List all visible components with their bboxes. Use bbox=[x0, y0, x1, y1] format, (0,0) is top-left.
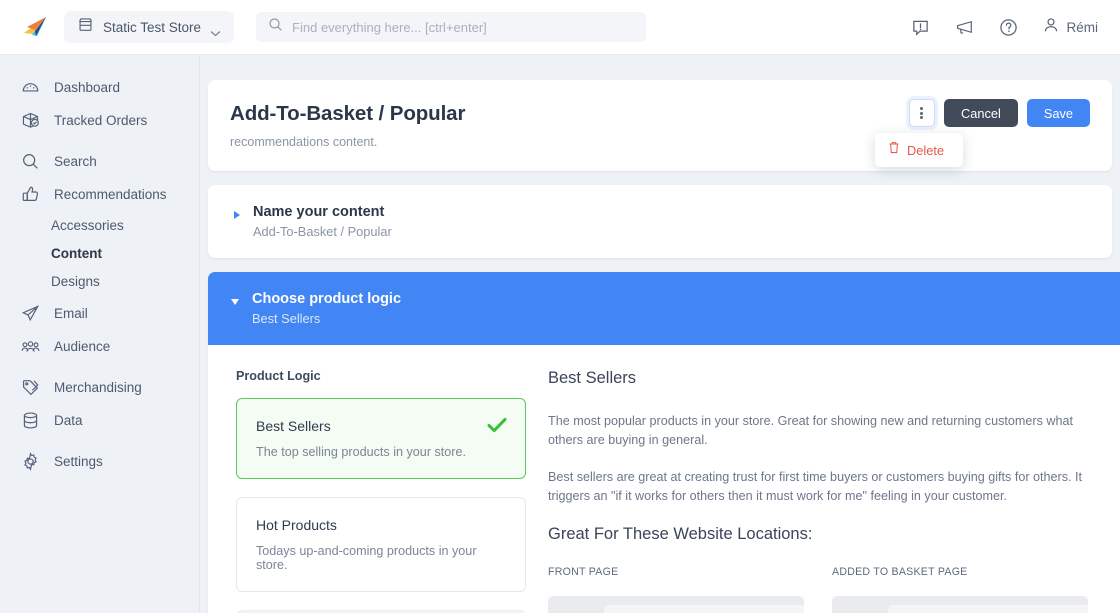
logic-option-best-sellers[interactable]: Best Sellers The top selling products in… bbox=[236, 398, 526, 479]
option-description: The top selling products in your store. bbox=[256, 445, 467, 459]
sidebar-item-designs[interactable]: Designs bbox=[0, 267, 199, 295]
location-label: FRONT PAGE bbox=[548, 565, 619, 578]
merchandising-icon bbox=[20, 378, 40, 398]
section-header-product-logic[interactable]: Choose product logic Best Sellers bbox=[208, 272, 1120, 345]
email-icon bbox=[20, 304, 40, 324]
paper-plane-logo[interactable] bbox=[18, 10, 52, 44]
settings-icon bbox=[20, 452, 40, 472]
chevron-right-icon[interactable] bbox=[234, 211, 240, 219]
section-choose-product-logic: Choose product logic Best Sellers Produc… bbox=[208, 272, 1120, 613]
cancel-button[interactable]: Cancel bbox=[943, 99, 1018, 127]
data-icon bbox=[20, 411, 40, 431]
check-icon bbox=[486, 415, 508, 440]
store-icon bbox=[77, 16, 94, 38]
locations-heading: Great For These Website Locations: bbox=[548, 524, 813, 543]
sidebar-item-search[interactable]: Search bbox=[0, 145, 199, 178]
detail-paragraph-1: The most popular products in your store.… bbox=[548, 414, 1073, 448]
sidebar-item-settings[interactable]: Settings bbox=[0, 445, 199, 478]
sidebar-label: Data bbox=[54, 413, 83, 428]
sidebar-divider bbox=[0, 137, 199, 145]
global-search[interactable] bbox=[256, 12, 647, 42]
location-added-to-basket-page: ADDED TO BASKET PAGE bbox=[832, 566, 1088, 613]
option-description: Todays up-and-coming products in your st… bbox=[256, 544, 477, 572]
sidebar-label: Tracked Orders bbox=[54, 113, 148, 128]
sidebar-label: Designs bbox=[51, 273, 100, 289]
sidebar-label: Content bbox=[51, 245, 102, 261]
feedback-icon[interactable] bbox=[910, 17, 930, 37]
option-name: Hot Products bbox=[256, 517, 337, 533]
sidebar-item-merchandising[interactable]: Merchandising bbox=[0, 371, 199, 404]
page-header-card: Add-To-Basket / Popular recommendations … bbox=[208, 80, 1112, 171]
user-icon bbox=[1042, 16, 1060, 39]
logic-option-hot-products[interactable]: Hot Products Todays up-and-coming produc… bbox=[236, 497, 526, 592]
search-input[interactable] bbox=[292, 19, 635, 35]
save-button[interactable]: Save bbox=[1026, 99, 1090, 127]
audience-icon bbox=[20, 337, 40, 357]
section-title: Choose product logic bbox=[252, 291, 402, 307]
megaphone-icon[interactable] bbox=[954, 17, 974, 37]
search-icon bbox=[20, 152, 40, 172]
search-icon bbox=[268, 17, 283, 37]
chevron-down-icon[interactable] bbox=[210, 24, 221, 36]
sidebar-item-accessories[interactable]: Accessories bbox=[0, 211, 199, 239]
locations-grid: FRONT PAGE ADDED TO BASKET PAGE bbox=[548, 566, 1088, 613]
store-selector[interactable]: Static Test Store bbox=[64, 11, 235, 43]
sidebar-item-audience[interactable]: Audience bbox=[0, 330, 199, 363]
sidebar-item-dashboard[interactable]: Dashboard bbox=[0, 71, 199, 104]
sidebar-label: Search bbox=[54, 154, 97, 169]
delete-menu-item[interactable]: Delete bbox=[875, 133, 963, 167]
dashboard-icon bbox=[20, 78, 40, 98]
section-subtitle: Best Sellers bbox=[252, 311, 321, 326]
thumbs-up-icon bbox=[20, 185, 40, 205]
sidebar-label: Settings bbox=[54, 454, 103, 469]
store-name: Static Test Store bbox=[103, 19, 202, 35]
product-logic-list: Product Logic Best Sellers The top selli… bbox=[236, 369, 526, 613]
more-options-button[interactable] bbox=[908, 99, 935, 127]
sidebar-label: Accessories bbox=[51, 217, 124, 233]
chevron-down-icon[interactable] bbox=[231, 299, 239, 305]
trash-icon bbox=[888, 141, 900, 159]
user-menu[interactable]: Rémi bbox=[1042, 16, 1098, 39]
sidebar-item-content[interactable]: Content bbox=[0, 239, 199, 267]
help-circle-icon[interactable] bbox=[998, 17, 1018, 37]
sidebar-item-recommendations[interactable]: Recommendations bbox=[0, 178, 199, 211]
detail-heading: Best Sellers bbox=[548, 369, 637, 387]
section-title: Name your content bbox=[253, 204, 385, 220]
section-name-your-content[interactable]: Name your content Add-To-Basket / Popula… bbox=[208, 185, 1112, 258]
sidebar-label: Audience bbox=[54, 339, 111, 354]
delete-label: Delete bbox=[907, 142, 944, 158]
product-logic-label: Product Logic bbox=[236, 369, 321, 383]
sidebar-label: Recommendations bbox=[54, 187, 167, 202]
sidebar-label: Merchandising bbox=[54, 380, 142, 395]
sidebar: Dashboard Tracked Orders Search Recommen… bbox=[0, 55, 200, 613]
option-name: Best Sellers bbox=[256, 418, 331, 434]
tracked-orders-icon bbox=[20, 111, 40, 131]
main-content: Add-To-Basket / Popular recommendations … bbox=[200, 55, 1120, 613]
location-preview-placeholder bbox=[548, 595, 804, 613]
location-front-page: FRONT PAGE bbox=[548, 566, 804, 613]
sidebar-label: Email bbox=[54, 306, 88, 321]
sidebar-item-email[interactable]: Email bbox=[0, 297, 199, 330]
top-bar: Static Test Store Find everything here..… bbox=[0, 0, 1120, 55]
section-subtitle: Add-To-Basket / Popular bbox=[253, 224, 392, 239]
topbar-actions: Rémi bbox=[910, 16, 1104, 39]
product-logic-body: Product Logic Best Sellers The top selli… bbox=[208, 345, 1120, 613]
location-label: ADDED TO BASKET PAGE bbox=[832, 565, 968, 578]
user-name: Rémi bbox=[1066, 19, 1098, 35]
location-preview-placeholder bbox=[832, 595, 1088, 613]
sidebar-label: Dashboard bbox=[54, 80, 121, 95]
sidebar-item-tracked-orders[interactable]: Tracked Orders bbox=[0, 104, 199, 137]
sidebar-item-data[interactable]: Data bbox=[0, 404, 199, 437]
detail-paragraph-2: Best sellers are great at creating trust… bbox=[548, 470, 1083, 504]
header-actions: Cancel Save bbox=[908, 99, 1090, 127]
product-logic-detail: Best Sellers The most popular products i… bbox=[526, 369, 1106, 613]
